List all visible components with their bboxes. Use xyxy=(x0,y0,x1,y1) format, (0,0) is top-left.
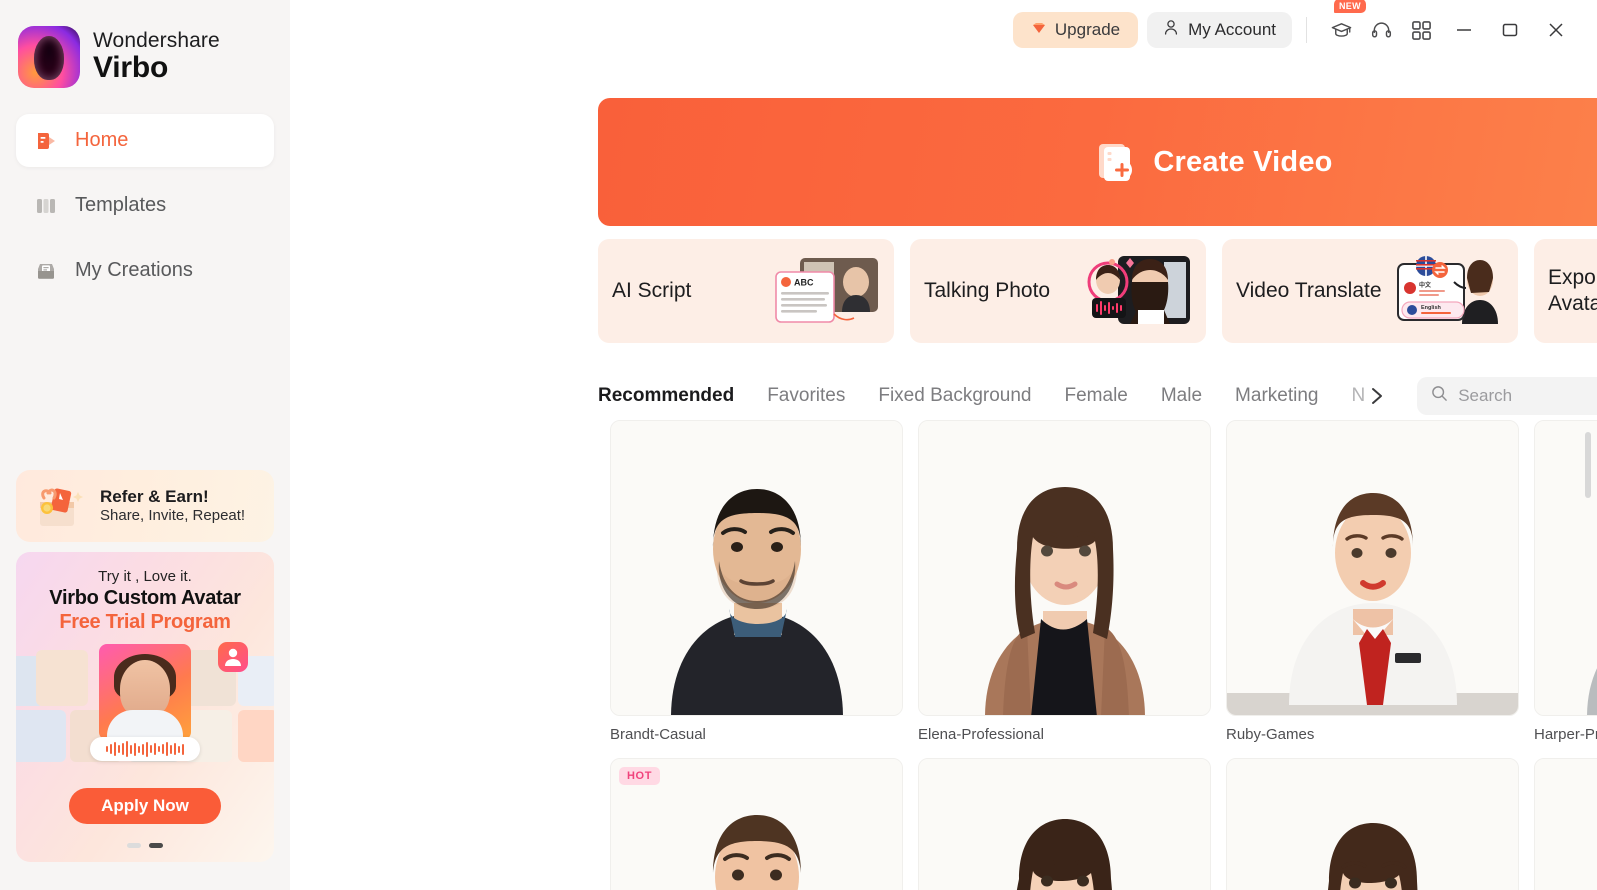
content-scrollbar[interactable] xyxy=(1585,432,1591,887)
my-account-label: My Account xyxy=(1188,20,1276,39)
tab-female[interactable]: Female xyxy=(1065,385,1147,407)
svg-text:ABC: ABC xyxy=(794,278,814,288)
category-tabs: Recommended Favorites Fixed Background F… xyxy=(598,385,1365,407)
tab-marketing[interactable]: Marketing xyxy=(1235,385,1337,407)
promo-avatar-collage xyxy=(16,642,274,767)
refer-title: Refer & Earn! xyxy=(100,487,209,506)
avatar-thumbnail xyxy=(918,758,1211,890)
search-input[interactable] xyxy=(1458,386,1597,406)
create-video-label: Create Video xyxy=(1153,145,1333,178)
avatar-card[interactable]: Ruby-Games xyxy=(1226,420,1519,743)
search-box[interactable] xyxy=(1417,377,1597,415)
headset-icon[interactable] xyxy=(1361,12,1401,48)
hot-badge: HOT xyxy=(619,767,661,785)
custom-avatar-badge-icon xyxy=(218,642,248,672)
home-icon xyxy=(34,129,58,153)
sidebar-item-my-creations[interactable]: My Creations xyxy=(16,244,274,297)
apps-grid-icon[interactable] xyxy=(1401,12,1441,48)
brand-name-bottom: Virbo xyxy=(93,51,169,85)
search-icon xyxy=(1431,385,1448,407)
app-window: Wondershare Virbo Home Templates My Crea… xyxy=(0,0,1597,890)
top-toolbar: Upgrade My Account NEW xyxy=(290,0,1597,60)
create-video-plus-icon xyxy=(1095,140,1137,184)
upgrade-label: Upgrade xyxy=(1054,20,1121,39)
tab-male[interactable]: Male xyxy=(1161,385,1221,407)
avatar-thumbnail xyxy=(1226,758,1519,890)
feature-cards: AI Script ABC Talking Photo Video Transl… xyxy=(598,239,1597,343)
video-translate-thumbnail: 中文 English xyxy=(1396,254,1508,328)
sidebar-item-home[interactable]: Home xyxy=(16,114,274,167)
refer-subtitle: Share, Invite, Repeat! xyxy=(100,507,246,525)
tab-fixed-background[interactable]: Fixed Background xyxy=(878,385,1050,407)
sidebar-item-label: My Creations xyxy=(75,259,193,281)
avatar-grid: Brandt-Casual Elena-Professional Ruby-Ga… xyxy=(598,420,1597,890)
avatar-thumbnail xyxy=(1226,420,1519,716)
svg-text:中文: 中文 xyxy=(1419,281,1432,289)
sidebar-item-templates[interactable]: Templates xyxy=(16,179,274,232)
avatar-card[interactable]: HOT xyxy=(610,758,903,890)
sidebar: Wondershare Virbo Home Templates My Crea… xyxy=(0,0,290,890)
carousel-dot[interactable] xyxy=(127,843,141,848)
feature-label: Video Translate xyxy=(1236,279,1382,303)
graduation-cap-icon[interactable]: NEW xyxy=(1321,0,1366,48)
custom-avatar-promo[interactable]: Try it , Love it. Virbo Custom Avatar Fr… xyxy=(16,552,274,862)
toolbar-divider xyxy=(1306,17,1307,43)
feature-card-ai-script[interactable]: AI Script ABC xyxy=(598,239,894,343)
tab-next-partial[interactable]: N xyxy=(1351,385,1365,407)
brand-name-top: Wondershare xyxy=(93,29,220,53)
tab-recommended[interactable]: Recommended xyxy=(598,385,753,407)
feature-label: Export Avatar Only xyxy=(1548,266,1597,315)
avatar-card[interactable] xyxy=(918,758,1211,890)
chevron-right-icon[interactable] xyxy=(1365,381,1389,411)
maximize-button[interactable] xyxy=(1487,10,1533,50)
talking-photo-thumbnail xyxy=(1084,254,1196,328)
avatar-name: Elena-Professional xyxy=(918,726,1044,743)
main-content: Upgrade My Account NEW Create Video AI S… xyxy=(290,0,1597,890)
promo-carousel-dots xyxy=(127,843,163,848)
feature-label: AI Script xyxy=(612,279,692,303)
gift-box-icon xyxy=(28,478,90,534)
svg-text:English: English xyxy=(1421,305,1442,311)
sidebar-item-label: Home xyxy=(75,129,129,151)
voice-waveform xyxy=(90,737,200,761)
user-icon xyxy=(1163,19,1179,41)
sidebar-item-label: Templates xyxy=(75,194,167,216)
minimize-button[interactable] xyxy=(1441,10,1487,50)
tab-favorites[interactable]: Favorites xyxy=(767,385,864,407)
diamond-icon xyxy=(1031,20,1047,41)
upgrade-button[interactable]: Upgrade xyxy=(1012,12,1139,48)
my-creations-icon xyxy=(34,259,58,283)
promo-line-1: Try it , Love it. xyxy=(98,568,192,585)
category-tabs-row: Recommended Favorites Fixed Background F… xyxy=(598,372,1597,420)
avatar-thumbnail: HOT xyxy=(610,758,903,890)
avatar-name: Brandt-Casual xyxy=(610,726,706,743)
close-button[interactable] xyxy=(1533,10,1579,50)
apply-now-button[interactable]: Apply Now xyxy=(69,788,221,824)
templates-icon xyxy=(34,194,58,218)
avatar-thumbnail xyxy=(918,420,1211,716)
avatar-card[interactable]: Elena-Professional xyxy=(918,420,1211,743)
refer-and-earn-banner[interactable]: Refer & Earn! Share, Invite, Repeat! xyxy=(16,470,274,542)
promo-line-2: Virbo Custom Avatar xyxy=(49,587,241,609)
create-video-banner[interactable]: Create Video xyxy=(598,98,1597,226)
virbo-avatar-logo xyxy=(18,26,80,88)
carousel-dot-active[interactable] xyxy=(149,843,163,848)
avatar-thumbnail xyxy=(610,420,903,716)
avatar-card[interactable] xyxy=(1226,758,1519,890)
brand: Wondershare Virbo xyxy=(16,0,274,88)
promo-line-3: Free Trial Program xyxy=(59,611,231,633)
feature-card-export-avatar[interactable]: Export Avatar Only xyxy=(1534,239,1597,343)
avatar-card[interactable]: Brandt-Casual xyxy=(610,420,903,743)
my-account-button[interactable]: My Account xyxy=(1147,12,1292,48)
avatar-name: Ruby-Games xyxy=(1226,726,1315,743)
feature-card-talking-photo[interactable]: Talking Photo xyxy=(910,239,1206,343)
feature-card-video-translate[interactable]: Video Translate 中文 English xyxy=(1222,239,1518,343)
ai-script-thumbnail: ABC xyxy=(772,254,884,328)
feature-label: Talking Photo xyxy=(924,279,1051,303)
sidebar-nav: Home Templates My Creations xyxy=(16,114,274,297)
scrollbar-thumb[interactable] xyxy=(1585,432,1591,498)
